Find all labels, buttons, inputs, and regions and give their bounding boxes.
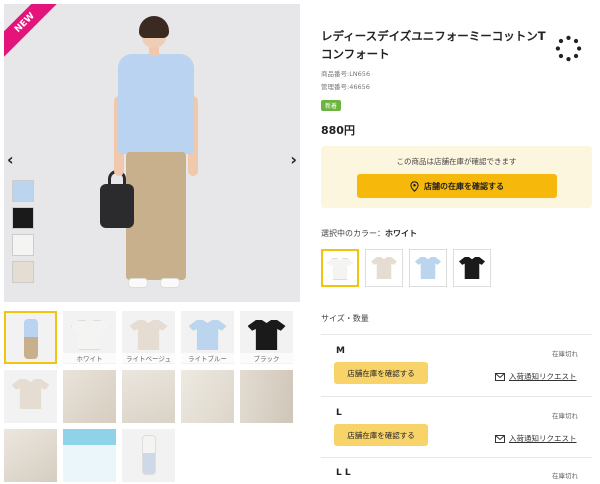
thumbnail-detail[interactable] [181, 370, 234, 423]
new-badge: NEW [4, 4, 62, 60]
thumbnail-row [4, 429, 175, 482]
divider [321, 396, 592, 397]
side-swatch[interactable] [12, 207, 34, 229]
thumbnail-row [4, 370, 293, 423]
thumbnail-black[interactable]: ブラック [240, 311, 293, 364]
color-swatch-light-blue[interactable] [409, 249, 447, 287]
loading-spinner-icon [555, 35, 582, 62]
thumbnail-white[interactable]: ホワイト [63, 311, 116, 364]
size-m-notify-link[interactable]: 入荷通知リクエスト [495, 371, 577, 382]
size-name: M [336, 346, 345, 356]
thumbnail-model[interactable] [4, 311, 57, 364]
chevron-right-icon[interactable]: › [290, 150, 297, 169]
out-of-stock-label: 在庫切れ [552, 472, 578, 480]
mail-icon [495, 434, 505, 443]
thumbnail-light-blue[interactable]: ライトブルー [181, 311, 234, 364]
management-code: 管理番号:46656 [321, 83, 370, 91]
chevron-left-icon[interactable]: ‹ [7, 150, 14, 169]
model-photo [100, 16, 212, 300]
thumbnail-detail[interactable] [4, 370, 57, 423]
thumbnail-banner[interactable] [63, 429, 116, 482]
color-swatch-white[interactable] [321, 249, 359, 287]
thumbnail-row: ホワイト ライトベージュ ライトブルー ブラック [4, 311, 293, 364]
side-swatch[interactable] [12, 180, 34, 202]
size-name: L L [336, 468, 351, 478]
side-swatch[interactable] [12, 261, 34, 283]
size-l-check-stock-button[interactable]: 店舗在庫を確認する [334, 424, 428, 446]
check-store-stock-label: 店舗の在庫を確認する [424, 181, 504, 191]
price: 880円 [321, 124, 355, 137]
size-name: L [336, 408, 342, 418]
thumbnail-caption: ホワイト [63, 353, 116, 363]
main-product-image[interactable]: NEW ‹ › [4, 4, 300, 302]
product-code: 商品番号:LN656 [321, 70, 371, 78]
size-quantity-label: サイズ・数量 [321, 314, 369, 323]
color-swatch-black[interactable] [453, 249, 491, 287]
thumbnail-detail[interactable] [240, 370, 293, 423]
image-color-swatches [12, 180, 34, 283]
new-arrival-tag: 新着 [321, 100, 342, 111]
size-m-check-stock-button[interactable]: 店舗在庫を確認する [334, 362, 428, 384]
store-stock-panel: この商品は店舗在庫が確認できます 店舗の在庫を確認する [321, 146, 592, 208]
size-l-notify-link[interactable]: 入荷通知リクエスト [495, 433, 577, 444]
thumbnail-caption: ブラック [240, 353, 293, 363]
thumbnail-model-back[interactable] [122, 429, 175, 482]
thumbnail-light-beige[interactable]: ライトベージュ [122, 311, 175, 364]
thumbnail-caption: ライトブルー [181, 353, 234, 363]
out-of-stock-label: 在庫切れ [552, 350, 578, 358]
stock-note: この商品は店舗在庫が確認できます [396, 157, 517, 166]
thumbnail-detail[interactable] [63, 370, 116, 423]
selected-color-name: ホワイト [385, 229, 417, 238]
out-of-stock-label: 在庫切れ [552, 412, 578, 420]
thumbnail-caption: ライトベージュ [122, 353, 175, 363]
location-pin-icon [410, 180, 419, 192]
color-swatches [321, 249, 491, 287]
selected-color-label: 選択中のカラー：ホワイト [321, 229, 417, 238]
side-swatch[interactable] [12, 234, 34, 256]
thumbnail-detail[interactable] [122, 370, 175, 423]
check-store-stock-button[interactable]: 店舗の在庫を確認する [357, 174, 557, 198]
thumbnail-detail[interactable] [4, 429, 57, 482]
mail-icon [495, 372, 505, 381]
divider [321, 334, 592, 335]
color-swatch-light-beige[interactable] [365, 249, 403, 287]
product-title: レディースデイズユニフォーミーコットンTコンフォート [321, 29, 546, 61]
divider [321, 457, 592, 458]
